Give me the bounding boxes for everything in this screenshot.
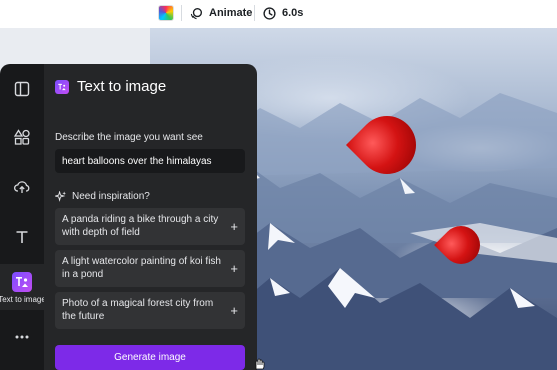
suggestion-text: A light watercolor painting of koi fish … — [62, 256, 221, 280]
generate-image-button[interactable]: Generate image — [55, 345, 245, 370]
rail-item-elements[interactable] — [0, 126, 44, 148]
duration-label: 6.0s — [282, 7, 304, 19]
plus-icon: + — [230, 218, 238, 234]
prompt-input[interactable] — [55, 149, 245, 173]
side-rail: Text to image — [0, 64, 46, 370]
color-button[interactable] — [158, 4, 174, 22]
rail-item-text-to-image-content[interactable]: Text to image — [0, 268, 46, 308]
duration-button[interactable]: 6.0s — [263, 4, 303, 22]
animate-button[interactable]: Animate — [190, 4, 252, 22]
rail-item-more[interactable] — [0, 326, 44, 348]
animate-icon — [190, 7, 203, 19]
text-to-image-panel: Text to image Describe the image you wan… — [44, 64, 265, 370]
editor-toolbar: Animate 6.0s — [0, 0, 557, 28]
pointer-cursor-icon — [255, 358, 265, 370]
suggestion-item[interactable]: A light watercolor painting of koi fish … — [55, 250, 245, 287]
suggestion-item[interactable]: A panda riding a bike through a city wit… — [55, 208, 245, 245]
clock-icon — [263, 6, 276, 20]
panel-header: Text to image — [55, 78, 166, 95]
toolbar-divider — [254, 5, 255, 21]
shapes-icon — [14, 129, 30, 145]
inspiration-heading: Need inspiration? — [55, 191, 150, 202]
text-icon — [16, 231, 28, 243]
more-icon — [15, 335, 29, 339]
rail-item-uploads[interactable] — [0, 176, 44, 198]
rail-item-text[interactable] — [0, 226, 44, 248]
rail-item-label: Text to image — [0, 295, 46, 304]
plus-icon: + — [230, 302, 238, 318]
plus-icon: + — [230, 260, 238, 276]
suggestion-text: Photo of a magical forest city from the … — [62, 298, 214, 322]
text-to-image-icon — [12, 272, 32, 292]
sparkle-icon — [55, 191, 66, 202]
panel-title: Text to image — [77, 78, 167, 95]
suggestion-item[interactable]: Photo of a magical forest city from the … — [55, 292, 245, 329]
color-palette-icon — [158, 5, 174, 21]
describe-label: Describe the image you want see — [55, 132, 203, 143]
animate-label: Animate — [209, 7, 253, 19]
inspiration-label: Need inspiration? — [72, 191, 150, 202]
rail-item-templates[interactable] — [0, 78, 44, 100]
layout-icon — [14, 81, 30, 97]
text-to-image-icon — [55, 79, 69, 94]
toolbar-divider — [181, 5, 182, 21]
suggestion-text: A panda riding a bike through a city wit… — [62, 214, 219, 238]
cloud-upload-icon — [14, 181, 30, 193]
